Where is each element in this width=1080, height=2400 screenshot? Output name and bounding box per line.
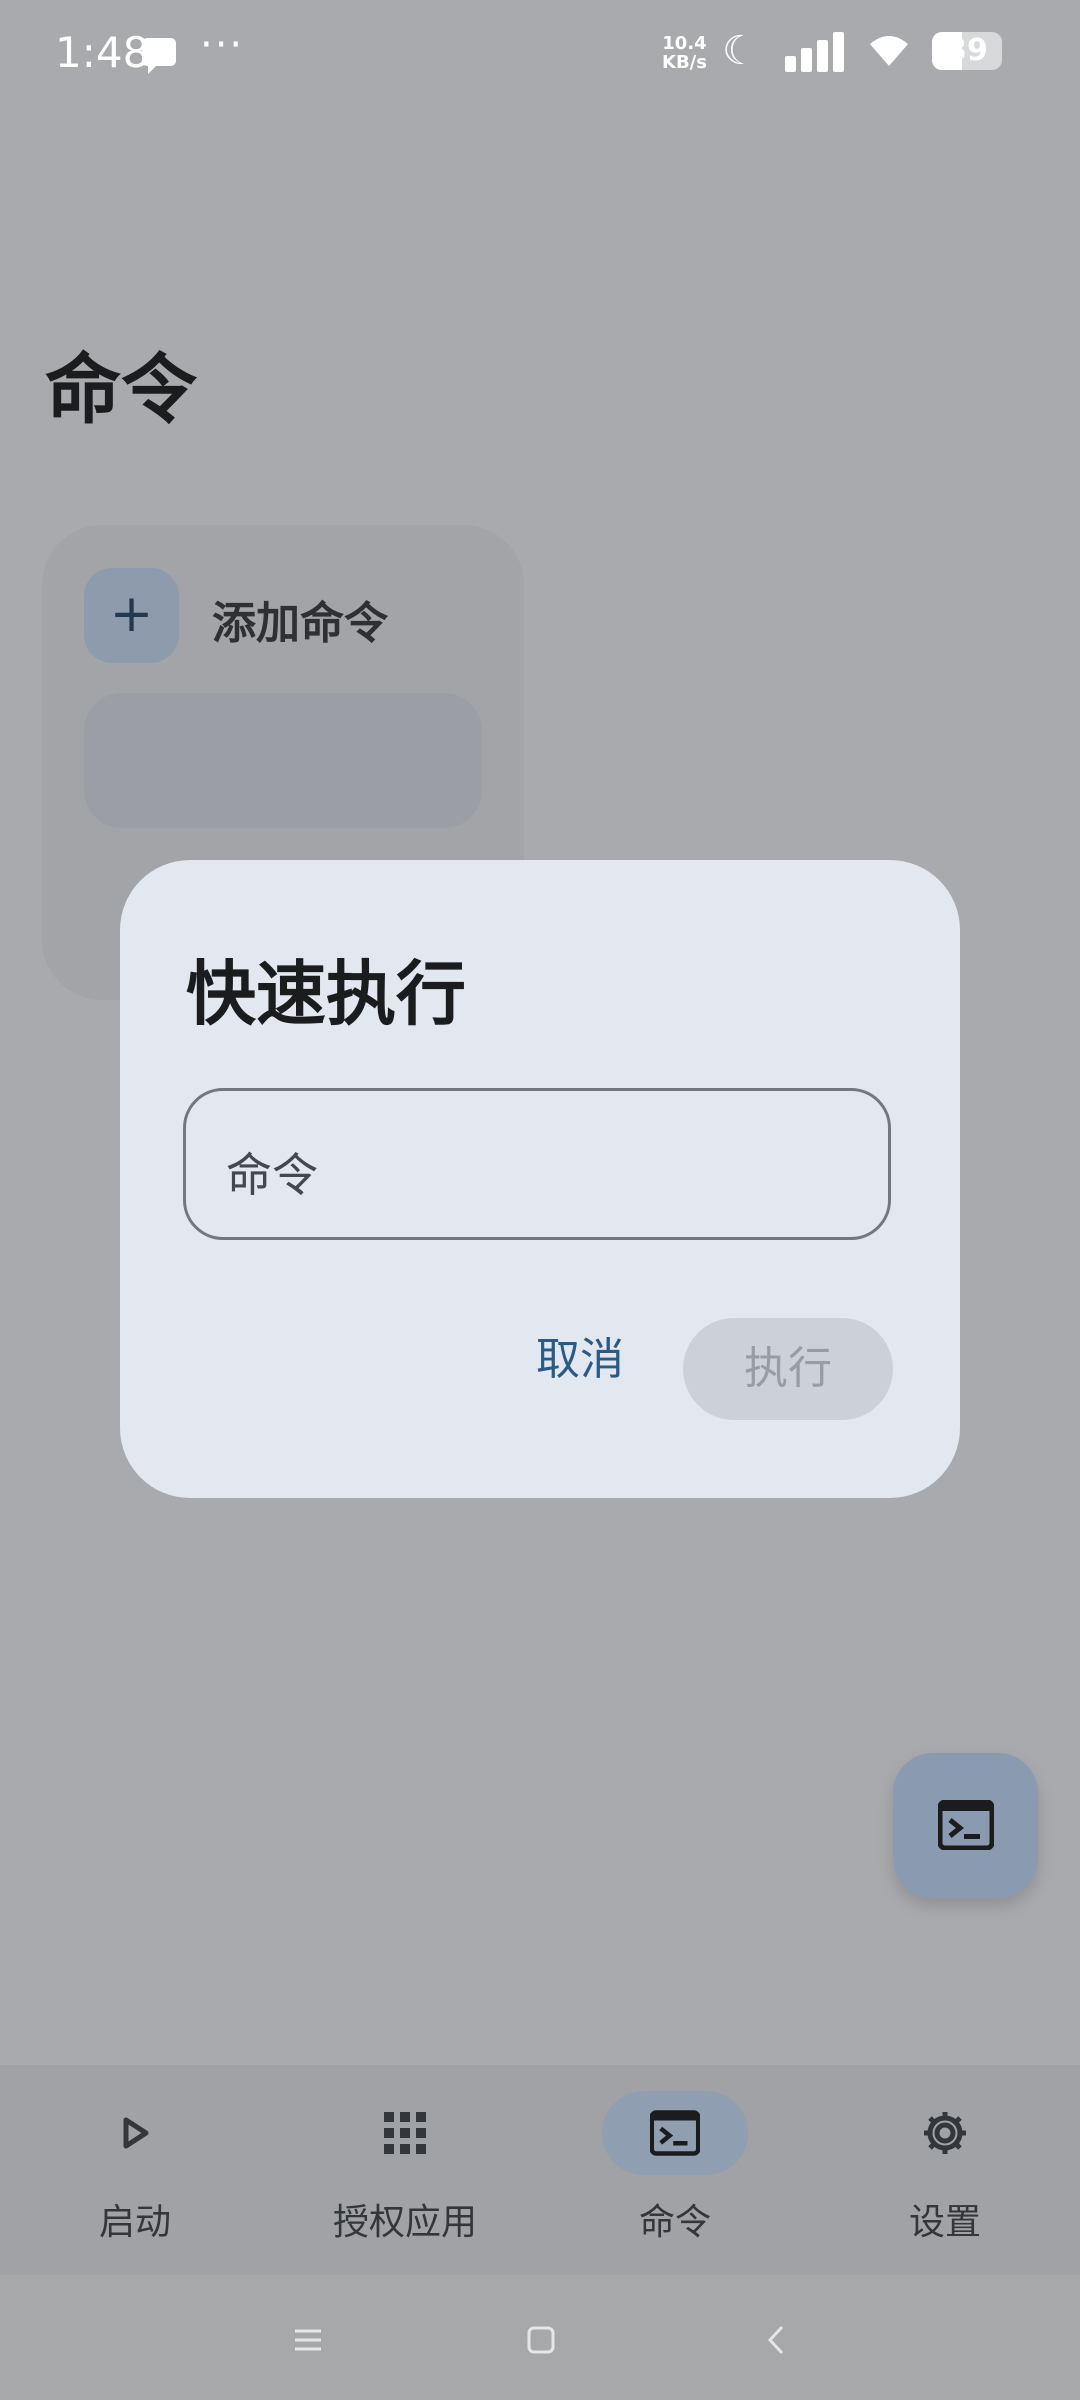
network-speed-unit: KB/s (662, 52, 707, 73)
quick-execute-dialog: 快速执行 命令 取消 执行 (120, 860, 960, 1498)
terminal-icon (938, 1800, 994, 1850)
gear-icon (924, 2112, 966, 2154)
network-speed: 10.4 KB/s (662, 34, 707, 72)
nav-label-authorized-apps: 授权应用 (332, 2202, 477, 2243)
cancel-button[interactable]: 取消 (520, 1320, 640, 1400)
home-icon[interactable] (516, 2315, 566, 2365)
menu-icon[interactable] (283, 2315, 333, 2365)
moon-icon: ☾ (722, 28, 758, 74)
play-icon (123, 2117, 149, 2149)
nav-label-settings: 设置 (908, 2202, 981, 2243)
status-bar: 1:48 ··· 10.4 KB/s ☾ 39 (0, 0, 1080, 105)
nav-item-commands[interactable]: 命令 (540, 2065, 810, 2275)
terminal-fab-button[interactable] (893, 1753, 1038, 1898)
message-icon (142, 38, 176, 74)
add-icon[interactable]: + (84, 568, 179, 663)
wifi-icon (870, 36, 908, 66)
apps-grid-icon (384, 2112, 426, 2154)
command-input-placeholder: 命令 (226, 1148, 318, 1202)
nav-item-launch[interactable]: 启动 (0, 2065, 270, 2275)
back-icon[interactable] (752, 2315, 802, 2365)
execute-button[interactable]: 执行 (683, 1318, 893, 1420)
nav-label-launch: 启动 (98, 2202, 171, 2243)
terminal-icon (650, 2110, 700, 2156)
signal-icon (785, 32, 845, 72)
bottom-navigation: 启动 授权应用 命令 设置 (0, 2065, 1080, 2275)
status-time: 1:48 (55, 28, 150, 77)
command-input[interactable]: 命令 (183, 1088, 891, 1240)
add-command-label[interactable]: 添加命令 (212, 587, 388, 651)
battery-level: 39 (946, 33, 988, 68)
system-navigation-bar (0, 2275, 1080, 2400)
nav-label-commands: 命令 (638, 2202, 711, 2243)
battery-icon: 39 (932, 32, 1002, 70)
nav-item-settings[interactable]: 设置 (810, 2065, 1080, 2275)
command-list-placeholder (84, 693, 482, 828)
page-title: 命令 (45, 345, 197, 434)
dialog-title: 快速执行 (186, 953, 466, 1035)
network-speed-value: 10.4 (662, 33, 707, 54)
nav-item-authorized-apps[interactable]: 授权应用 (270, 2065, 540, 2275)
more-indicator: ··· (200, 22, 245, 68)
